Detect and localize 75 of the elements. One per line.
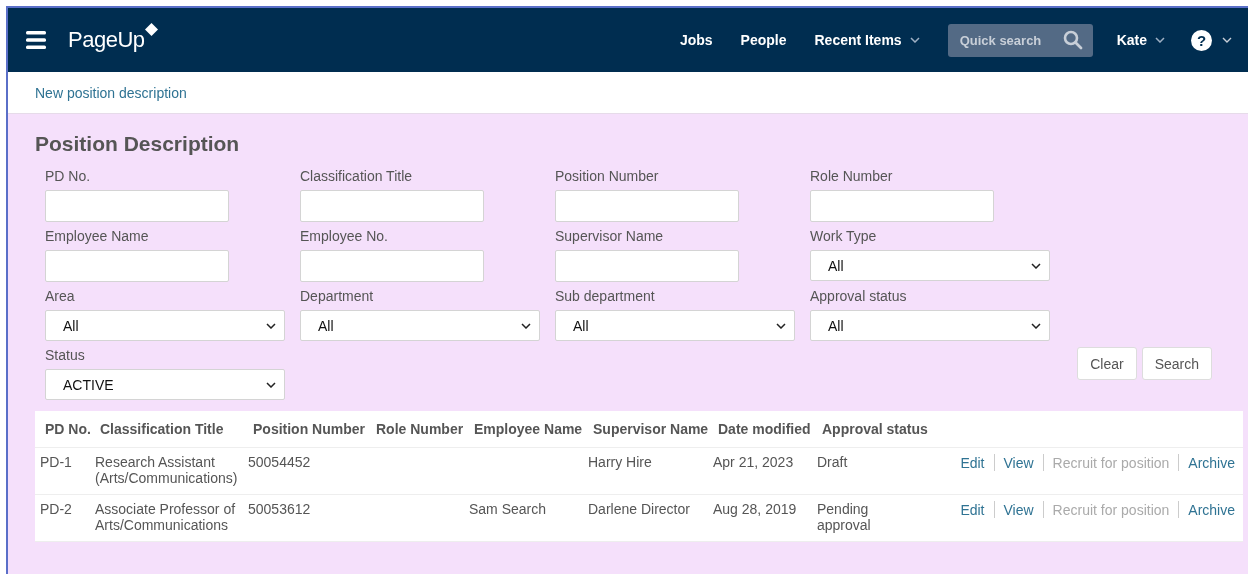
help-icon[interactable]: ?	[1191, 29, 1212, 51]
search-icon[interactable]	[1062, 29, 1083, 50]
field-label: Area	[45, 288, 75, 305]
column-header: PD No.	[45, 421, 92, 437]
input-field[interactable]	[300, 190, 484, 222]
field-label: Employee No.	[300, 228, 388, 245]
nav-link[interactable]: People	[726, 32, 801, 48]
table-cell-text: Apr 21, 2023	[713, 454, 795, 470]
column-header: Position Number	[253, 421, 366, 437]
action-link[interactable]: View	[1003, 501, 1034, 518]
button[interactable]: Clear	[1077, 347, 1137, 380]
caret-icon	[266, 322, 276, 329]
logo-text[interactable]: PageUp	[68, 27, 145, 53]
table-cell-text: PD-2	[40, 501, 73, 517]
column-header: Approval status	[822, 421, 929, 437]
action-link[interactable]: View	[1003, 454, 1034, 471]
field-label: Supervisor Name	[555, 228, 664, 245]
field-label: Status	[45, 347, 85, 364]
user-menu[interactable]: Kate	[1102, 32, 1191, 48]
dropdown-field[interactable]: All	[555, 310, 795, 341]
column-header: Employee Name	[474, 421, 584, 437]
field-label: Employee Name	[45, 228, 149, 245]
caret-icon[interactable]	[1222, 37, 1232, 43]
column-header: Date modified	[718, 421, 812, 437]
field-label: Approval status	[810, 288, 907, 305]
field-label: Work Type	[810, 228, 877, 245]
table-cell-text: Darlene Director	[588, 501, 691, 517]
dropdown-field[interactable]: All	[810, 250, 1050, 281]
action-link[interactable]: Edit	[960, 501, 985, 518]
button[interactable]: Search	[1141, 347, 1212, 380]
page-title: Position Description	[35, 132, 241, 156]
table-cell-text: PD-1	[40, 454, 73, 470]
table-cell-text: Pending approval	[817, 501, 872, 533]
dropdown-field[interactable]: ACTIVE	[45, 369, 285, 400]
diamond-icon	[144, 23, 158, 36]
field-label: Sub department	[555, 288, 655, 305]
input-field[interactable]	[45, 190, 229, 222]
table-cell-text: Aug 28, 2019	[713, 501, 798, 517]
table-cell-text: 50054452	[248, 454, 312, 470]
dropdown-field[interactable]: All	[45, 310, 285, 341]
dropdown-field[interactable]: All	[810, 310, 1050, 341]
field-label: Department	[300, 288, 374, 305]
field-label: Role Number	[810, 168, 893, 185]
action-link[interactable]: Edit	[960, 454, 985, 471]
dropdown-field[interactable]: All	[300, 310, 540, 341]
table-cell-text: Sam Search	[469, 501, 548, 517]
nav-link[interactable]: Jobs	[665, 32, 727, 48]
input-field[interactable]	[555, 190, 739, 222]
menu-icon[interactable]	[26, 31, 46, 49]
table-cell-text: 50053612	[248, 501, 312, 517]
action-link[interactable]: Archive	[1188, 501, 1235, 518]
table-cell-text: Research Assistant (Arts/Communications)	[95, 454, 239, 486]
column-header: Classification Title	[100, 421, 225, 437]
caret-icon	[266, 381, 276, 388]
caret-icon	[1155, 37, 1165, 43]
new-position-description-link[interactable]: New position description	[35, 84, 187, 101]
field-label: PD No.	[45, 168, 91, 185]
action-link[interactable]: Archive	[1188, 454, 1235, 471]
input-field[interactable]	[555, 250, 739, 282]
column-header: Role Number	[376, 421, 465, 437]
input-field[interactable]	[300, 250, 484, 282]
nav-link[interactable]: Recent Items	[800, 32, 934, 48]
caret-icon	[1031, 322, 1041, 329]
column-header: Supervisor Name	[593, 421, 710, 437]
table-cell-text: Harry Hire	[588, 454, 653, 470]
table-cell-text: Associate Professor of Arts/Communications	[95, 501, 237, 533]
caret-icon	[521, 322, 531, 329]
field-label: Position Number	[555, 168, 659, 185]
caret-icon	[776, 322, 786, 329]
input-field[interactable]	[45, 250, 229, 282]
quick-search-field[interactable]: Quick search	[947, 23, 1093, 57]
table-cell-text: Draft	[817, 454, 849, 470]
caret-icon	[1031, 262, 1041, 269]
field-label: Classification Title	[300, 168, 413, 185]
input-field[interactable]	[810, 190, 994, 222]
